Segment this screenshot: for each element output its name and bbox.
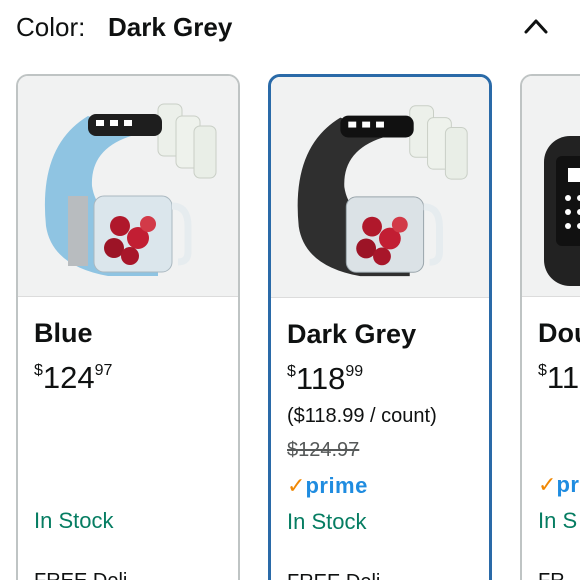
stock-status: In Stock — [34, 508, 114, 533]
prime-check-icon: ✓ — [287, 473, 306, 498]
color-label: Color: — [16, 12, 86, 42]
stock-status: In Stock — [287, 509, 367, 534]
chevron-up-icon[interactable] — [518, 8, 554, 44]
baby-food-maker-image — [44, 103, 217, 276]
color-option-third[interactable]: Dou $11 ✓pri In S FR — [520, 74, 580, 580]
multicooker-image — [544, 136, 580, 286]
option-price: $12497 — [34, 358, 112, 398]
price-whole: 124 — [42, 360, 95, 395]
option-price: $11899 — [287, 359, 363, 399]
price-whole: 11 — [546, 360, 580, 395]
product-image-dark-grey — [271, 77, 489, 298]
prime-label: prime — [305, 473, 368, 498]
option-name: Dark Grey — [287, 319, 417, 349]
delivery-text: FREE Deli — [34, 570, 127, 580]
selected-color-value: Dark Grey — [108, 12, 233, 42]
color-selector-header: Color: Dark Grey — [16, 8, 564, 48]
option-price: $11 — [538, 358, 579, 398]
option-name: Blue — [34, 318, 93, 348]
prime-badge: ✓prime — [287, 473, 368, 501]
stock-status: In S — [538, 508, 578, 533]
list-price: $124.97 — [287, 439, 360, 461]
price-symbol: $ — [34, 362, 43, 379]
delivery-text: FR — [538, 570, 565, 580]
product-image-third — [522, 76, 580, 297]
color-option-dark-grey[interactable]: Dark Grey $11899 ($118.99 / count) $124.… — [268, 74, 492, 580]
prime-badge: ✓pri — [538, 472, 580, 500]
color-option-blue[interactable]: Blue $12497 In Stock FREE Deli — [16, 74, 240, 580]
price-fraction: 97 — [94, 362, 113, 379]
baby-food-maker-image — [297, 105, 468, 277]
price-symbol: $ — [538, 362, 547, 379]
prime-check-icon: ✓ — [538, 472, 557, 497]
price-symbol: $ — [287, 363, 296, 380]
price-whole: 118 — [295, 361, 346, 396]
delivery-text: FREE Deli — [287, 571, 380, 580]
product-image-blue — [18, 76, 238, 297]
price-fraction: 99 — [345, 363, 364, 380]
unit-price: ($118.99 / count) — [287, 405, 437, 427]
color-options-carousel[interactable]: Blue $12497 In Stock FREE Deli — [0, 72, 580, 580]
option-name: Dou — [538, 318, 580, 348]
prime-label: pri — [556, 472, 580, 497]
